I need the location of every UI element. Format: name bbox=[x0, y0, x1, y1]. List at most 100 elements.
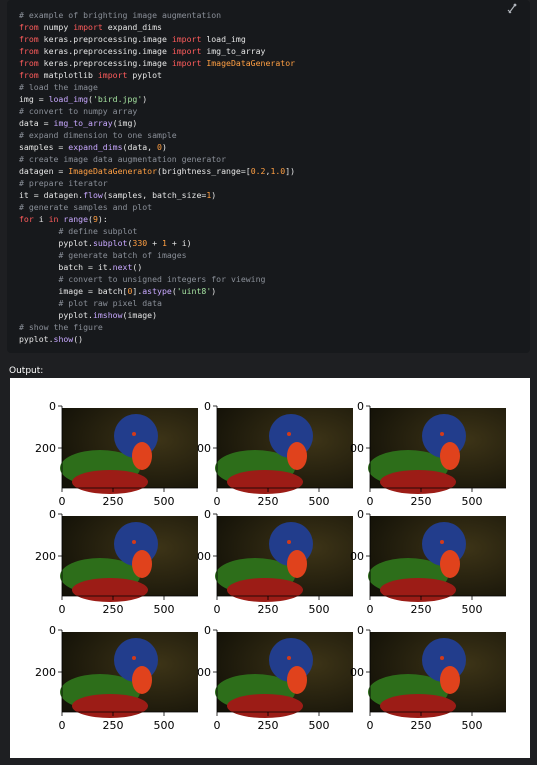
code-token: # generate samples and plot bbox=[19, 202, 153, 212]
code-line: # expand dimension to one sample bbox=[19, 129, 295, 141]
code-line: for i in range(9): bbox=[19, 213, 295, 225]
code-token: from bbox=[19, 22, 39, 32]
code-line: datagen = ImageDataGenerator(brightness_… bbox=[19, 165, 295, 177]
code-token: # convert to numpy array bbox=[19, 106, 138, 116]
x-tick-label: 250 bbox=[103, 719, 124, 732]
code-token: ]. bbox=[132, 286, 143, 296]
code-token: batch = it. bbox=[19, 262, 113, 272]
x-tick-label: 250 bbox=[103, 603, 124, 616]
code-line: from keras.preprocessing.image import im… bbox=[19, 45, 295, 57]
output-label: Output: bbox=[9, 366, 44, 376]
y-tick-label: 0 bbox=[357, 624, 364, 637]
y-tick-label: 00 bbox=[350, 442, 364, 455]
output-figure: 0 200 0 250 500 0 00 0 250 500 0 00 0 250 500 0 200 0 250 5… bbox=[10, 378, 530, 758]
code-token: range bbox=[63, 214, 89, 224]
y-tick-label: 00 bbox=[350, 666, 364, 679]
code-line: pyplot.imshow(image) bbox=[19, 309, 295, 321]
y-tick-label: 0 bbox=[49, 400, 56, 413]
subplot: 0000 250 500 bbox=[197, 400, 353, 508]
code-token: keras.preprocessing.image bbox=[38, 46, 172, 56]
x-tick-label: 500 bbox=[309, 495, 330, 508]
code-token: matplotlib bbox=[38, 70, 98, 80]
subplot-image bbox=[60, 516, 198, 602]
subplot: 0000 250 500 bbox=[350, 624, 506, 732]
code-token: subplot bbox=[92, 238, 128, 248]
y-tick-label: 0 bbox=[49, 624, 56, 637]
code-token: load_img bbox=[48, 94, 89, 104]
code-token: from bbox=[19, 70, 39, 80]
y-tick-label: 0 bbox=[204, 508, 211, 521]
code-token: # load the image bbox=[19, 82, 98, 92]
y-tick-label: 0 bbox=[357, 508, 364, 521]
copy-icon[interactable] bbox=[506, 3, 518, 15]
code-token: load_img bbox=[201, 34, 246, 44]
code-token: # plot raw pixel data bbox=[58, 298, 162, 308]
code-block: # example of brighting image augmentatio… bbox=[7, 0, 530, 353]
code-token: # create image data augmentation generat… bbox=[19, 154, 227, 164]
code-token: expand_dims bbox=[102, 22, 162, 32]
subplot: 0 200 0 250 500 bbox=[35, 400, 198, 508]
x-tick-label: 0 bbox=[59, 719, 66, 732]
code-line: it = datagen.flow(samples, batch_size=1) bbox=[19, 189, 295, 201]
code-token: img_to_array bbox=[201, 46, 266, 56]
subplot: 0000 250 500 bbox=[350, 400, 506, 508]
code-token: (brightness_range=[ bbox=[157, 166, 251, 176]
y-tick-label: 00 bbox=[350, 550, 364, 563]
subplot-image bbox=[60, 632, 198, 718]
code-token: # show the figure bbox=[19, 322, 103, 332]
code-token: expand_dims bbox=[68, 142, 123, 152]
code-token: astype bbox=[142, 286, 172, 296]
code-token: import bbox=[97, 70, 128, 80]
code-token: (image) bbox=[122, 310, 158, 320]
code-token: 'uint8' bbox=[176, 286, 212, 296]
y-tick-label: 200 bbox=[35, 550, 56, 563]
x-tick-label: 0 bbox=[214, 603, 221, 616]
code-line: image = batch[0].astype('uint8') bbox=[19, 285, 295, 297]
subplot-grid: 02000 250 5000000 250 5000000 250 50002000 250 5… bbox=[35, 400, 506, 732]
code-token: ImageDataGenerator bbox=[68, 166, 158, 176]
code-line: from keras.preprocessing.image import lo… bbox=[19, 33, 295, 45]
code-token: () bbox=[73, 334, 84, 344]
code-token: pyplot. bbox=[19, 238, 93, 248]
code-token: ImageDataGenerator bbox=[201, 58, 296, 68]
code-line: data = img_to_array(img) bbox=[19, 117, 295, 129]
x-tick-label: 250 bbox=[411, 603, 432, 616]
code-line: # example of brighting image augmentatio… bbox=[19, 9, 295, 21]
subplot: 0000 250 500 bbox=[197, 624, 353, 732]
code-token: img_to_array bbox=[53, 118, 113, 128]
x-tick-label: 250 bbox=[411, 495, 432, 508]
x-tick-label: 250 bbox=[258, 719, 279, 732]
subplot: 0000 250 500 bbox=[350, 508, 506, 616]
x-tick-label: 250 bbox=[258, 603, 279, 616]
code-line: # convert to numpy array bbox=[19, 105, 295, 117]
code-token: from bbox=[19, 34, 39, 44]
code-token: 0.2 bbox=[250, 166, 266, 176]
code-token: numpy bbox=[38, 22, 74, 32]
x-tick-label: 500 bbox=[154, 495, 175, 508]
code-line: # create image data augmentation generat… bbox=[19, 153, 295, 165]
x-tick-label: 250 bbox=[103, 495, 124, 508]
subplot: 0 200 0 250 500 bbox=[35, 624, 198, 732]
y-tick-label: 0 bbox=[49, 508, 56, 521]
code-token: for bbox=[19, 214, 34, 224]
code-line: # prepare iterator bbox=[19, 177, 295, 189]
code-token: # define subplot bbox=[58, 226, 138, 236]
x-tick-label: 0 bbox=[367, 603, 374, 616]
subplot: 0000 250 500 bbox=[197, 508, 353, 616]
code-token: ) bbox=[211, 190, 217, 200]
code-line: from numpy import expand_dims bbox=[19, 21, 295, 33]
code-token: in bbox=[48, 214, 59, 224]
code-line: pyplot.show() bbox=[19, 333, 295, 345]
y-tick-label: 200 bbox=[35, 666, 56, 679]
code-token: pyplot. bbox=[19, 334, 54, 344]
code-token: flow bbox=[83, 190, 103, 200]
x-tick-label: 0 bbox=[59, 603, 66, 616]
code-token: ) bbox=[161, 142, 167, 152]
code-line: samples = expand_dims(data, 0) bbox=[19, 141, 295, 153]
code-token: pyplot. bbox=[19, 310, 93, 320]
code-token: from bbox=[19, 46, 39, 56]
code-token: 'bird.jpg' bbox=[92, 94, 143, 104]
